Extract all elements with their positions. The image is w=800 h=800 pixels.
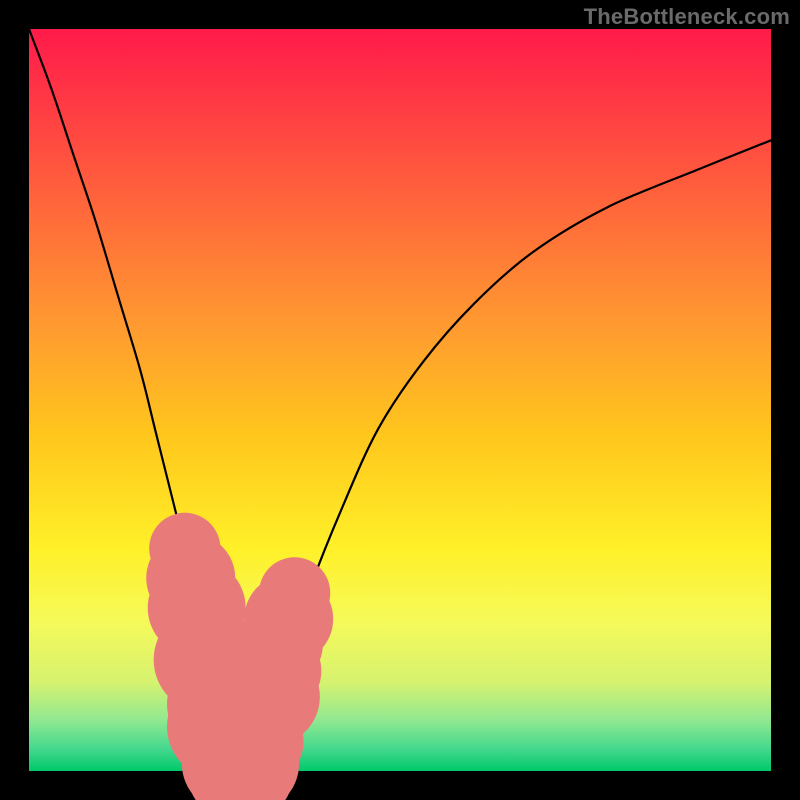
bottleneck-curve: [29, 29, 771, 774]
highlight-dot: [259, 557, 330, 628]
watermark-text: TheBottleneck.com: [584, 4, 790, 30]
highlighted-dots: [146, 513, 333, 800]
plot-area: [29, 29, 771, 771]
chart-frame: TheBottleneck.com: [0, 0, 800, 800]
curve-layer: [29, 29, 771, 771]
